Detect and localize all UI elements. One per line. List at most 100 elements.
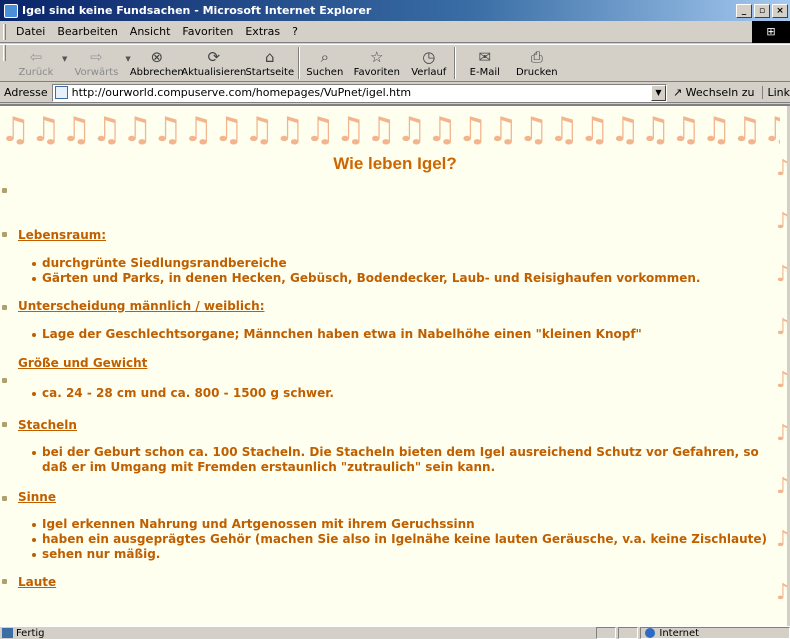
music-note-icon: ♫ bbox=[152, 110, 183, 150]
maximize-button[interactable]: ▫ bbox=[754, 3, 770, 18]
refresh-icon: ⟳ bbox=[207, 48, 221, 66]
home-label: Startseite bbox=[245, 67, 295, 78]
list-item: Igel erkennen Nahrung und Artgenossen mi… bbox=[32, 517, 775, 532]
status-bar: Fertig Internet bbox=[0, 626, 790, 639]
section-heading-link[interactable]: Größe und Gewicht bbox=[18, 356, 775, 370]
back-arrow-icon: ⇦ bbox=[29, 48, 43, 66]
broken-image-icon bbox=[2, 422, 7, 427]
music-note-icon: ♫ bbox=[487, 110, 519, 150]
menu-ansicht[interactable]: Ansicht bbox=[124, 23, 177, 40]
page-done-icon bbox=[2, 628, 13, 638]
zone-label: Internet bbox=[659, 627, 700, 639]
print-button[interactable]: ⎙ Drucken bbox=[511, 45, 563, 81]
links-button[interactable]: Link bbox=[762, 86, 790, 99]
menu-datei[interactable]: Datei bbox=[10, 23, 51, 40]
minimize-button[interactable]: _ bbox=[736, 3, 752, 18]
toolbar-grip-2[interactable] bbox=[3, 45, 6, 61]
list-item: haben ein ausgeprägtes Gehör (machen Sie… bbox=[32, 532, 775, 547]
menu-extras[interactable]: Extras bbox=[239, 23, 286, 40]
toolbar-grip[interactable] bbox=[3, 23, 6, 40]
menu-favoriten[interactable]: Favoriten bbox=[176, 23, 239, 40]
broken-image-icon bbox=[2, 496, 7, 501]
section-heading-link[interactable]: Laute bbox=[18, 575, 775, 589]
section-heading-link[interactable]: Lebensraum: bbox=[18, 228, 775, 242]
list-item: Gärten und Parks, in denen Hecken, Gebüs… bbox=[32, 271, 775, 286]
stop-button[interactable]: ⊗ Abbrechen bbox=[129, 45, 184, 81]
section-heading-link[interactable]: Sinne bbox=[18, 490, 775, 504]
music-note-icon: ♫ bbox=[91, 110, 122, 150]
printer-icon: ⎙ bbox=[530, 48, 543, 66]
menu-help[interactable]: ? bbox=[286, 23, 304, 40]
music-note-icon: ♫ bbox=[731, 110, 763, 150]
forward-arrow-icon: ⇨ bbox=[90, 48, 103, 66]
section-groesse: Größe und Gewicht ca. 24 - 28 cm und ca.… bbox=[2, 356, 775, 401]
forward-label: Vorwärts bbox=[74, 67, 119, 78]
mail-icon: ✉ bbox=[478, 48, 492, 66]
section-stacheln: Stacheln bei der Geburt schon ca. 100 St… bbox=[2, 418, 775, 475]
go-label: Wechseln zu bbox=[685, 86, 755, 99]
toolbar-separator-2 bbox=[453, 47, 456, 79]
section-heading-link[interactable]: Stacheln bbox=[18, 418, 775, 432]
menu-bearbeiten[interactable]: Bearbeiten bbox=[51, 23, 123, 40]
broken-image-icon bbox=[2, 378, 7, 383]
section-geschlecht: Unterscheidung männlich / weiblich: Lage… bbox=[2, 299, 775, 342]
stop-icon: ⊗ bbox=[150, 48, 164, 66]
refresh-button[interactable]: ⟳ Aktualisieren bbox=[181, 45, 247, 81]
music-note-icon: ♫ bbox=[121, 110, 153, 150]
favorites-button[interactable]: ☆ Favoriten bbox=[347, 45, 407, 81]
address-dropdown-icon[interactable]: ▼ bbox=[650, 84, 666, 101]
home-icon: ⌂ bbox=[265, 48, 275, 66]
back-button[interactable]: ⇦ Zurück bbox=[10, 45, 62, 81]
history-button[interactable]: ◷ Verlauf bbox=[407, 45, 451, 81]
broken-image-icon bbox=[2, 232, 7, 237]
list-item: Lage der Geschlechtsorgane; Männchen hab… bbox=[32, 327, 775, 342]
music-note-icon: ♫ bbox=[304, 110, 336, 150]
list-item: sehen nur mäßig. bbox=[32, 547, 775, 562]
music-note-icon: ♫ bbox=[762, 110, 780, 150]
music-note-icon: ♫ bbox=[457, 110, 488, 150]
section-heading-link[interactable]: Unterscheidung männlich / weiblich: bbox=[18, 299, 775, 313]
section-lebensraum: Lebensraum: durchgrünte Siedlungsrandber… bbox=[2, 228, 775, 286]
mail-label: E-Mail bbox=[469, 67, 500, 78]
close-button[interactable]: × bbox=[772, 3, 788, 18]
music-note-icon: ♫ bbox=[518, 110, 549, 150]
status-panel bbox=[596, 627, 617, 639]
page-viewport[interactable]: ♫♫♫♫♫♫♫♫♫♫♫♫♫♫♫♫♫♫♫♫♫♫♫♫♫♫ ♪ ♪ ♪ ♪ ♪ ♪ ♪… bbox=[0, 104, 790, 626]
back-label: Zurück bbox=[18, 67, 54, 78]
broken-image-icon bbox=[2, 305, 7, 310]
security-zone: Internet bbox=[640, 627, 790, 639]
address-input[interactable]: http://ourworld.compuserve.com/homepages… bbox=[51, 83, 667, 102]
search-button[interactable]: ⌕ Suchen bbox=[303, 45, 347, 81]
music-note-icon: ♫ bbox=[0, 110, 31, 150]
music-note-icon: ♫ bbox=[701, 110, 732, 150]
music-note-icon: ♫ bbox=[335, 110, 366, 150]
music-note-icon: ♫ bbox=[670, 110, 702, 150]
page-title: Wie leben Igel? bbox=[333, 154, 457, 173]
list-item: ca. 24 - 28 cm und ca. 800 - 1500 g schw… bbox=[32, 386, 775, 401]
print-label: Drucken bbox=[515, 67, 558, 78]
broken-image-icon bbox=[2, 579, 7, 584]
home-button[interactable]: ⌂ Startseite bbox=[245, 45, 295, 81]
refresh-label: Aktualisieren bbox=[181, 67, 247, 78]
history-icon: ◷ bbox=[422, 48, 436, 66]
music-note-icon: ♫ bbox=[243, 110, 275, 150]
music-note-icon: ♫ bbox=[579, 110, 610, 150]
go-button[interactable]: ↗ Wechseln zu bbox=[673, 86, 755, 99]
page-icon bbox=[54, 86, 68, 99]
status-text: Fertig bbox=[15, 627, 45, 639]
favorites-label: Favoriten bbox=[353, 67, 400, 78]
broken-image-icon bbox=[2, 188, 7, 193]
menu-bar: Datei Bearbeiten Ansicht Favoriten Extra… bbox=[0, 20, 790, 43]
favorites-icon: ☆ bbox=[370, 48, 384, 66]
search-label: Suchen bbox=[306, 67, 344, 78]
music-note-icon: ♫ bbox=[274, 110, 305, 150]
search-icon: ⌕ bbox=[320, 48, 329, 66]
music-note-icon: ♫ bbox=[640, 110, 671, 150]
address-url[interactable]: http://ourworld.compuserve.com/homepages… bbox=[72, 86, 651, 99]
windows-logo-icon: ⊞ bbox=[752, 20, 790, 43]
music-note-icon: ♫ bbox=[426, 110, 458, 150]
list-item: bei der Geburt schon ca. 100 Stacheln. D… bbox=[32, 445, 775, 475]
stop-label: Abbrechen bbox=[129, 67, 184, 78]
forward-button[interactable]: ⇨ Vorwärts bbox=[67, 45, 125, 81]
mail-button[interactable]: ✉ E-Mail bbox=[459, 45, 511, 81]
